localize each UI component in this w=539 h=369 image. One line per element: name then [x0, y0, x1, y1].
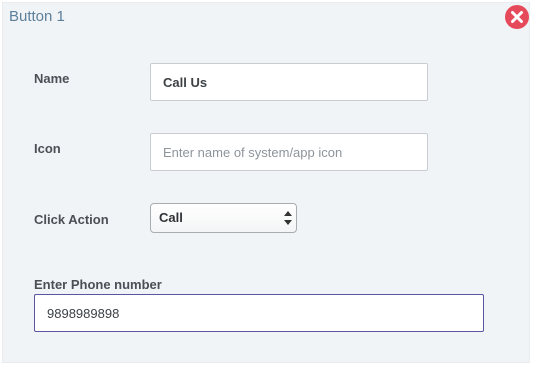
name-input[interactable]: [150, 63, 428, 101]
click-action-select[interactable]: Call: [150, 203, 297, 233]
name-label: Name: [34, 71, 70, 86]
panel-title: Button 1: [9, 8, 65, 25]
up-down-arrows-icon: [284, 211, 292, 225]
close-button[interactable]: [505, 5, 529, 29]
icon-input[interactable]: [150, 133, 428, 171]
close-icon: [511, 11, 523, 23]
phone-input[interactable]: [34, 294, 484, 332]
phone-label: Enter Phone number: [34, 277, 162, 292]
icon-label: Icon: [34, 141, 61, 156]
click-action-label: Click Action: [34, 212, 109, 227]
click-action-selected: Call: [159, 210, 183, 225]
